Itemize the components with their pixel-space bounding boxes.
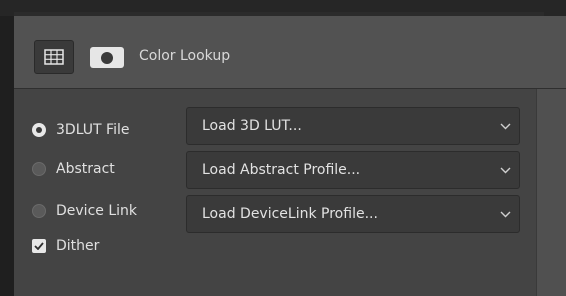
dropdown-value: Load DeviceLink Profile... (202, 206, 378, 222)
load-devicelink-profile-dropdown[interactable]: Load DeviceLink Profile... (186, 195, 520, 233)
adjustment-layer-button[interactable] (34, 40, 74, 74)
radio-unselected-icon[interactable] (32, 204, 46, 218)
mask-icon (101, 51, 113, 64)
panel-scroll-area (536, 89, 566, 296)
dropdown-value: Load 3D LUT... (202, 118, 302, 134)
dither-checkbox-row[interactable]: Dither (32, 238, 99, 254)
chevron-down-icon (500, 167, 511, 174)
radio-3dlut-file[interactable]: 3DLUT File (32, 122, 129, 138)
radio-label: 3DLUT File (56, 122, 130, 138)
grid-icon (44, 49, 64, 65)
checkbox-checked-icon[interactable] (32, 239, 46, 253)
load-abstract-profile-dropdown[interactable]: Load Abstract Profile... (186, 151, 520, 189)
radio-device-link[interactable]: Device Link (32, 203, 137, 219)
dropdown-value: Load Abstract Profile... (202, 162, 361, 178)
panel-title: Color Lookup (139, 48, 231, 64)
mask-button[interactable] (90, 47, 124, 68)
chevron-down-icon (500, 123, 511, 130)
chevron-down-icon (500, 211, 511, 218)
load-3d-lut-dropdown[interactable]: Load 3D LUT... (186, 107, 520, 145)
radio-label: Device Link (56, 203, 137, 219)
dither-label: Dither (56, 238, 100, 254)
properties-panel: Color Lookup 3DLUT File Load 3D LUT... A… (14, 16, 566, 296)
radio-abstract[interactable]: Abstract (32, 161, 115, 177)
panel-header: Color Lookup (14, 16, 566, 89)
color-lookup-options: 3DLUT File Load 3D LUT... Abstract Load … (14, 89, 536, 296)
radio-label: Abstract (56, 161, 115, 177)
window-top-frame (0, 0, 566, 16)
radio-selected-icon[interactable] (32, 123, 46, 137)
radio-unselected-icon[interactable] (32, 162, 46, 176)
